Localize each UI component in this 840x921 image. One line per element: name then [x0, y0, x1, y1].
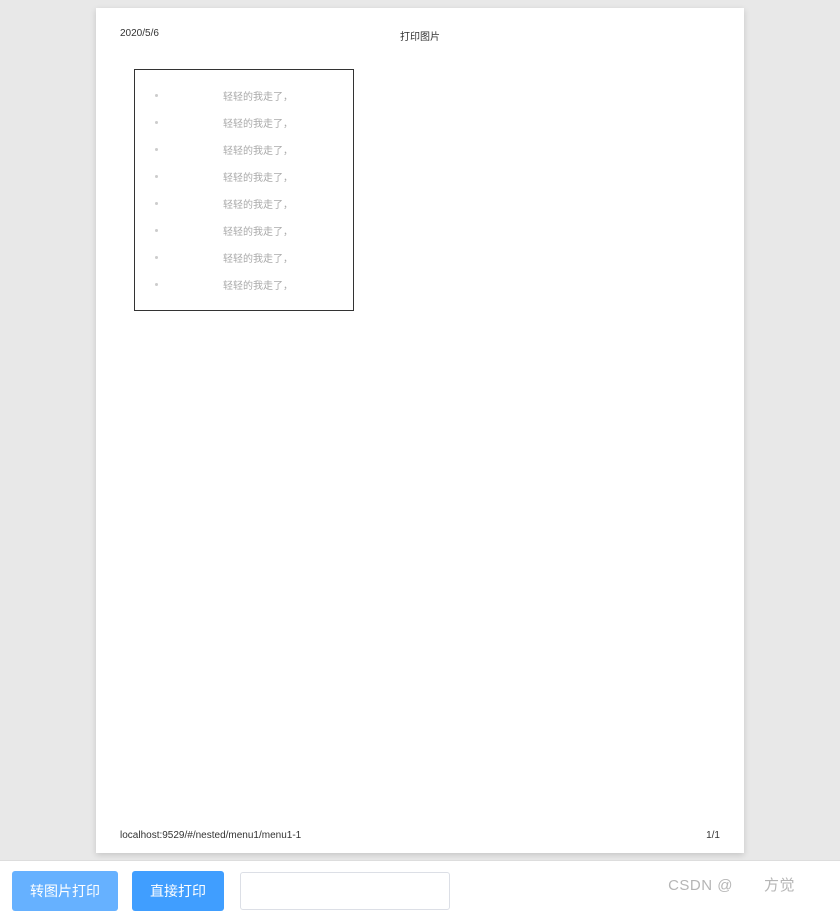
list-item: 轻轻的我走了， — [155, 169, 333, 184]
preview-page: 2020/5/6 打印图片 轻轻的我走了， 轻轻的我走了， 轻轻的我走了， 轻轻… — [96, 8, 744, 853]
list-item-text: 轻轻的我走了， — [223, 250, 333, 265]
bullet-icon — [155, 283, 158, 286]
bullet-icon — [155, 175, 158, 178]
list-item: 轻轻的我走了， — [155, 142, 333, 157]
bullet-icon — [155, 229, 158, 232]
list-item-text: 轻轻的我走了， — [223, 196, 333, 211]
bullet-icon — [155, 148, 158, 151]
list-item-text: 轻轻的我走了， — [223, 142, 333, 157]
list-item: 轻轻的我走了， — [155, 88, 333, 103]
bullet-icon — [155, 121, 158, 124]
list-item-text: 轻轻的我走了， — [223, 115, 333, 130]
list-item: 轻轻的我走了， — [155, 115, 333, 130]
list-item-text: 轻轻的我走了， — [223, 88, 333, 103]
bullet-icon — [155, 202, 158, 205]
bullet-icon — [155, 94, 158, 97]
page-number: 1/1 — [706, 830, 720, 841]
page-footer: localhost:9529/#/nested/menu1/menu1-1 1/… — [120, 830, 720, 841]
list-item-text: 轻轻的我走了， — [223, 277, 333, 292]
print-preview-area: 2020/5/6 打印图片 轻轻的我走了， 轻轻的我走了， 轻轻的我走了， 轻轻… — [0, 0, 840, 860]
direct-print-button[interactable]: 直接打印 — [132, 871, 224, 911]
page-date: 2020/5/6 — [120, 28, 159, 39]
list-item: 轻轻的我走了， — [155, 196, 333, 211]
list-item-text: 轻轻的我走了， — [223, 223, 333, 238]
page-title: 打印图片 — [400, 28, 440, 43]
list-item: 轻轻的我走了， — [155, 277, 333, 292]
toolbar-input[interactable] — [240, 872, 450, 910]
page-header: 2020/5/6 打印图片 — [120, 28, 720, 39]
convert-image-print-button[interactable]: 转图片打印 — [12, 871, 118, 911]
list-item: 轻轻的我走了， — [155, 250, 333, 265]
list-item: 轻轻的我走了， — [155, 223, 333, 238]
watermark-text: CSDN @ 方觉 — [668, 874, 826, 895]
page-url: localhost:9529/#/nested/menu1/menu1-1 — [120, 830, 301, 841]
content-box: 轻轻的我走了， 轻轻的我走了， 轻轻的我走了， 轻轻的我走了， 轻轻的我走了， … — [134, 69, 354, 311]
list-item-text: 轻轻的我走了， — [223, 169, 333, 184]
bullet-icon — [155, 256, 158, 259]
